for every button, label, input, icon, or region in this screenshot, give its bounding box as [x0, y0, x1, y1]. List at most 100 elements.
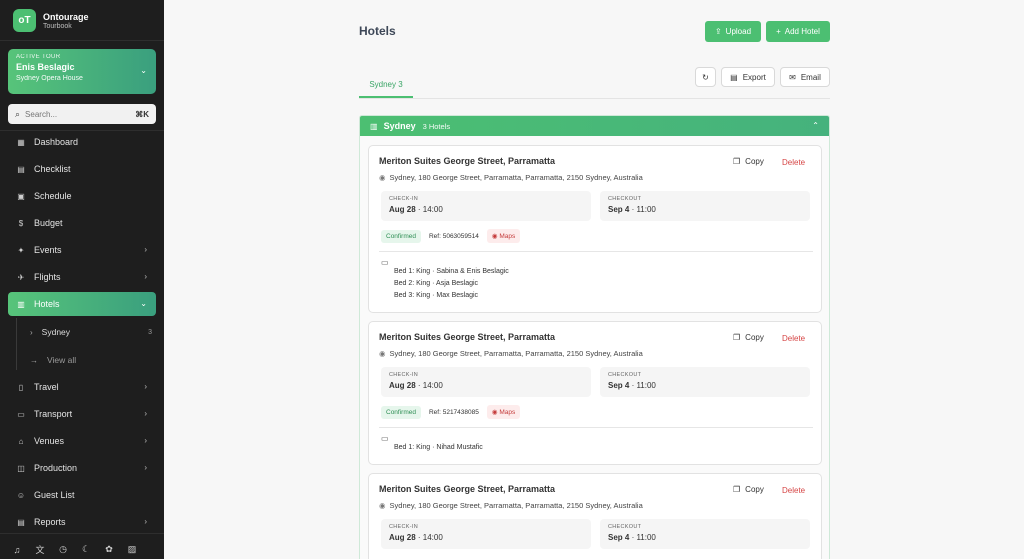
- sidebar-item-production[interactable]: ◫ Production ›: [8, 456, 156, 480]
- bed-assignment: Bed 1: King · Nihad Mustafic: [394, 444, 483, 451]
- building-icon: ▥: [17, 299, 25, 309]
- sidebar-item-events[interactable]: ✦ Events ›: [8, 238, 156, 262]
- hotel-group-count: 3 Hotels: [422, 121, 451, 131]
- sidebar-item-label: Events: [34, 245, 62, 255]
- map-pin-icon: ◉: [379, 501, 386, 510]
- delete-button[interactable]: Delete: [782, 158, 805, 167]
- palette-icon[interactable]: ✿: [104, 544, 114, 555]
- sidebar-item-guest-list[interactable]: ☺ Guest List: [8, 483, 156, 507]
- hotel-card: Meriton Suites George Street, Parramatta…: [368, 145, 822, 313]
- active-tour-venue: Sydney Opera House: [16, 75, 83, 82]
- search-box[interactable]: ⌕ ⌘K: [8, 104, 156, 124]
- tab-sydney[interactable]: Sydney 3: [359, 77, 413, 98]
- active-tour-selector[interactable]: ACTIVE TOUR Enis Beslagic Sydney Opera H…: [8, 49, 156, 94]
- checkin-value: Aug 28 · 14:00: [389, 205, 443, 214]
- sidebar-subitem-view-all[interactable]: → View all: [30, 351, 152, 369]
- sidebar-item-travel[interactable]: ▯ Travel ›: [8, 375, 156, 399]
- map-pin-icon: ◉: [379, 173, 386, 182]
- chevron-right-icon: ›: [144, 517, 147, 526]
- sidebar-item-label: Dashboard: [34, 137, 79, 147]
- hotel-group-header[interactable]: ▥ Sydney 3 Hotels ⌃: [360, 116, 829, 136]
- main-content: Hotels ⇪ Upload + Add Hotel Sydney 3 ↻ ▤…: [164, 0, 1024, 559]
- sidebar-item-label: Budget: [34, 218, 63, 228]
- chevron-right-icon: ›: [144, 245, 147, 254]
- bed-icon: ▭: [381, 434, 389, 443]
- sidebar-subitem-label: View all: [47, 355, 77, 365]
- sidebar-item-label: Transport: [34, 409, 73, 419]
- delete-button[interactable]: Delete: [782, 486, 805, 495]
- calendar-icon: ▣: [17, 191, 25, 201]
- upload-button[interactable]: ⇪ Upload: [705, 21, 761, 42]
- sidebar-item-label: Reports: [34, 517, 66, 527]
- translate-icon[interactable]: 文: [35, 543, 45, 556]
- delete-button[interactable]: Delete: [782, 334, 805, 343]
- maps-link[interactable]: ◉ Maps: [486, 229, 521, 243]
- sidebar-item-flights[interactable]: ✈ Flights ›: [8, 265, 156, 289]
- checkin-label: CHECK-IN: [389, 372, 418, 378]
- sidebar-item-label: Production: [34, 463, 78, 473]
- upload-icon: ⇪: [714, 27, 722, 36]
- sidebar-item-checklist[interactable]: ▤ Checklist: [8, 157, 156, 181]
- sidebar-item-label: Checklist: [34, 164, 71, 174]
- sidebar-item-transport[interactable]: ▭ Transport ›: [8, 402, 156, 426]
- sparkle-icon: ✦: [17, 245, 25, 255]
- bed-assignment: Bed 2: King · Asja Beslagic: [394, 280, 479, 287]
- card-divider: [379, 427, 813, 428]
- add-hotel-button-label: Add Hotel: [784, 27, 820, 36]
- bed-icon: ▭: [381, 258, 389, 267]
- sidebar-item-label: Guest List: [34, 490, 75, 500]
- copy-icon: ❐: [733, 157, 741, 166]
- sidebar-item-dashboard[interactable]: ▦ Dashboard: [8, 130, 156, 154]
- sidebar-item-venues[interactable]: ⌂ Venues ›: [8, 429, 156, 453]
- hotel-address: ◉ Sydney, 180 George Street, Parramatta, …: [379, 349, 643, 358]
- hotel-card: Meriton Suites George Street, Parramatta…: [368, 321, 822, 465]
- hotel-address: ◉ Sydney, 180 George Street, Parramatta, …: [379, 173, 643, 182]
- checkout-value: Sep 4 · 11:00: [608, 533, 656, 542]
- plane-icon: ✈: [17, 272, 25, 282]
- status-badge: Confirmed: [381, 405, 421, 419]
- moon-icon[interactable]: ☾: [81, 544, 91, 555]
- hotel-group-name: Sydney: [383, 121, 416, 131]
- export-button[interactable]: ▤ Export: [721, 67, 775, 87]
- chevron-up-icon: ⌃: [812, 121, 819, 130]
- sidebar-item-hotels[interactable]: ▥ Hotels ⌄: [8, 292, 156, 316]
- copy-button[interactable]: ❐ Copy: [733, 157, 764, 166]
- speaker-icon: ◫: [17, 463, 25, 473]
- checkout-value: Sep 4 · 11:00: [608, 205, 656, 214]
- search-input[interactable]: [25, 109, 121, 119]
- page-title: Hotels: [359, 24, 396, 38]
- checkin-box: CHECK-IN Aug 28 · 14:00: [381, 191, 591, 221]
- brand[interactable]: oT Ontourage Tourbook: [13, 9, 89, 32]
- bus-icon: ▭: [17, 409, 25, 419]
- add-hotel-button[interactable]: + Add Hotel: [766, 21, 830, 42]
- mail-icon: ✉: [789, 72, 796, 82]
- sidebar-subitem-label: Sydney: [41, 327, 71, 337]
- refresh-button[interactable]: ↻: [695, 67, 716, 87]
- sidebar-item-reports[interactable]: ▤ Reports ›: [8, 510, 156, 534]
- sidebar-item-label: Venues: [34, 436, 65, 446]
- sidebar-subitem-sydney[interactable]: › Sydney 3: [30, 323, 152, 341]
- sidebar-item-label: Travel: [34, 382, 59, 392]
- copy-button[interactable]: ❐ Copy: [733, 485, 764, 494]
- hotel-name: Meriton Suites George Street, Parramatta: [379, 332, 556, 342]
- sidebar-subitem-count: 3: [148, 328, 152, 336]
- brand-name: Ontourage: [43, 11, 89, 22]
- chevron-down-icon: ⌄: [140, 66, 147, 75]
- checkin-label: CHECK-IN: [389, 196, 418, 202]
- image-icon[interactable]: ▨: [127, 544, 137, 555]
- plus-icon: +: [776, 27, 781, 36]
- copy-button[interactable]: ❐ Copy: [733, 333, 764, 342]
- checkout-label: CHECKOUT: [608, 524, 642, 530]
- active-tour-name: Enis Beslagic: [16, 62, 75, 72]
- clock-icon[interactable]: ◷: [58, 544, 68, 555]
- dollar-icon: $: [18, 218, 24, 228]
- sidebar-item-schedule[interactable]: ▣ Schedule: [8, 184, 156, 208]
- sidebar-item-label: Hotels: [34, 299, 60, 309]
- maps-link[interactable]: ◉ Maps: [486, 405, 521, 419]
- chevron-right-icon: ›: [144, 272, 147, 281]
- search-shortcut: ⌘K: [135, 109, 149, 119]
- hotel-group-sydney: ▥ Sydney 3 Hotels ⌃ Meriton Suites Georg…: [359, 115, 830, 559]
- email-button[interactable]: ✉ Email: [780, 67, 830, 87]
- bell-icon[interactable]: ♫: [12, 545, 22, 555]
- sidebar-item-budget[interactable]: $ Budget: [8, 211, 156, 235]
